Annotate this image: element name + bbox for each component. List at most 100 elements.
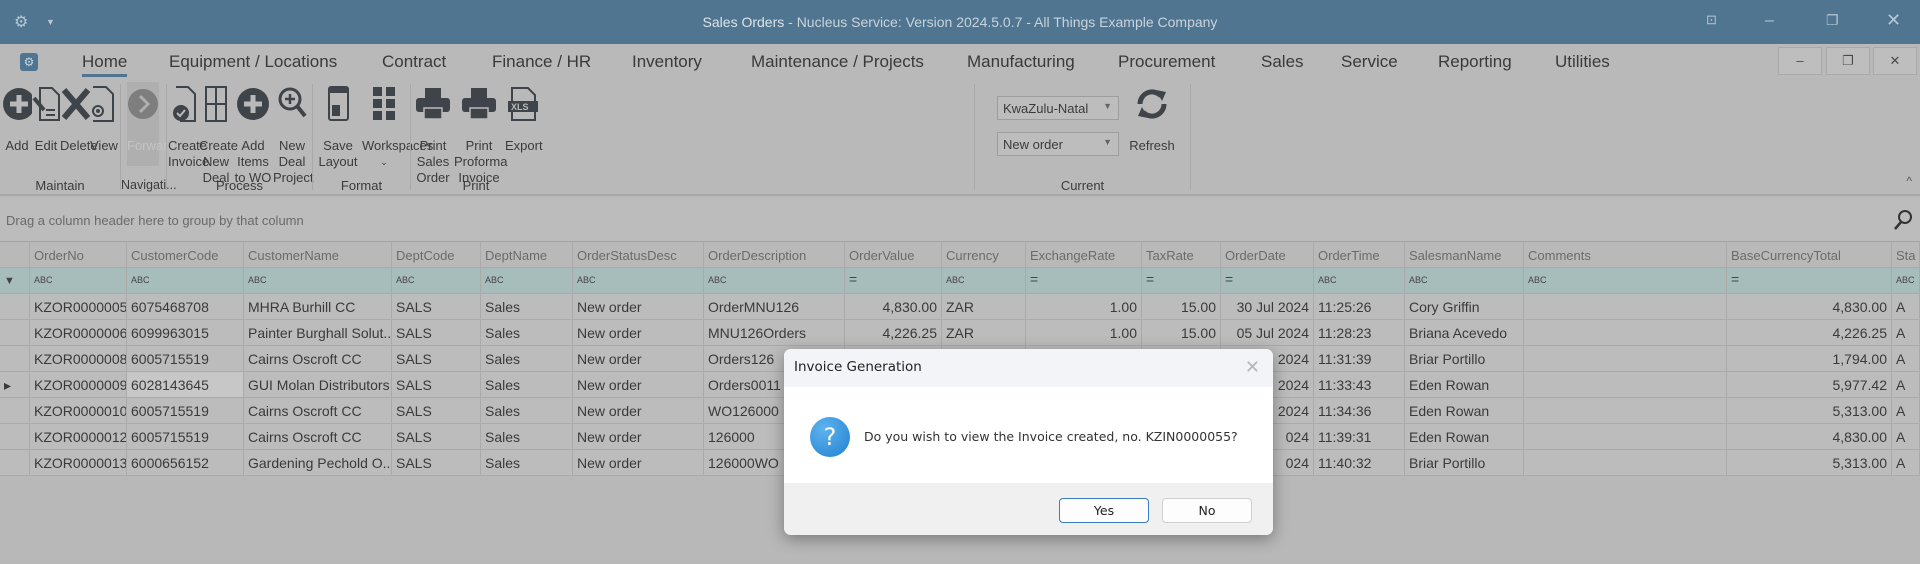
cell-comments[interactable] <box>1524 450 1727 475</box>
cell-order-time[interactable]: 11:31:39 <box>1314 346 1405 371</box>
collapse-ribbon-icon[interactable]: ^ <box>1906 174 1912 188</box>
filter-cell-customer-name[interactable]: ABC <box>244 268 392 293</box>
cell-sta[interactable]: A <box>1892 424 1920 449</box>
column-header-order-description[interactable]: OrderDescription <box>704 242 845 267</box>
cell-base-currency-total[interactable]: 4,226.25 <box>1727 320 1892 345</box>
cell-salesman-name[interactable]: Briana Acevedo <box>1405 320 1524 345</box>
column-header-tax-rate[interactable]: TaxRate <box>1142 242 1221 267</box>
cell-salesman-name[interactable]: Eden Rowan <box>1405 398 1524 423</box>
column-header-customer-name[interactable]: CustomerName <box>244 242 392 267</box>
cell-order-time[interactable]: 11:34:36 <box>1314 398 1405 423</box>
cell-base-currency-total[interactable]: 5,313.00 <box>1727 398 1892 423</box>
column-header-exchange-rate[interactable]: ExchangeRate <box>1026 242 1142 267</box>
filter-cell-order-description[interactable]: ABC <box>704 268 845 293</box>
column-header-order-status-desc[interactable]: OrderStatusDesc <box>573 242 704 267</box>
tab-maintenance-projects[interactable]: Maintenance / Projects <box>751 52 924 72</box>
filter-cell-order-value[interactable]: = <box>845 268 942 293</box>
minimize-icon[interactable]: – <box>1765 12 1774 30</box>
cell-comments[interactable] <box>1524 346 1727 371</box>
workspaces-button[interactable]: Workspaces ⌄ <box>362 82 433 170</box>
tab-equipment-locations[interactable]: Equipment / Locations <box>169 52 337 72</box>
cell-customer-code[interactable]: 6005715519 <box>127 398 244 423</box>
mdi-minimize-button[interactable]: – <box>1778 47 1822 75</box>
cell-order-no[interactable]: KZOR0000008 <box>30 346 127 371</box>
filter-icon[interactable]: ▼ <box>0 268 30 293</box>
cell-customer-name[interactable]: Cairns Oscroft CC <box>244 398 392 423</box>
filter-cell-base-currency-total[interactable]: = <box>1727 268 1892 293</box>
cell-currency[interactable]: ZAR <box>942 320 1026 345</box>
cell-customer-code[interactable]: 6005715519 <box>127 346 244 371</box>
cell-dept-code[interactable]: SALS <box>392 398 481 423</box>
cell-order-no[interactable]: KZOR0000005 <box>30 294 127 319</box>
cell-order-no[interactable]: KZOR0000009 <box>30 372 127 397</box>
cell-order-no[interactable]: KZOR0000006 <box>30 320 127 345</box>
save-layout-button[interactable]: Save Layout <box>316 82 360 170</box>
cell-dept-name[interactable]: Sales <box>481 294 573 319</box>
row-focus-indicator-icon[interactable]: ▸ <box>0 372 30 397</box>
cell-tax-rate[interactable]: 15.00 <box>1142 320 1221 345</box>
cell-order-time[interactable]: 11:28:23 <box>1314 320 1405 345</box>
cell-order-status-desc[interactable]: New order <box>573 424 704 449</box>
column-header-customer-code[interactable]: CustomerCode <box>127 242 244 267</box>
column-header-order-date[interactable]: OrderDate <box>1221 242 1314 267</box>
restore-icon[interactable]: ❐ <box>1826 12 1839 29</box>
column-header-order-time[interactable]: OrderTime <box>1314 242 1405 267</box>
cell-order-time[interactable]: 11:39:31 <box>1314 424 1405 449</box>
app-menu-icon[interactable]: ⚙ <box>20 53 38 71</box>
pin-icon[interactable]: ⊡ <box>1706 12 1717 28</box>
cell-order-description[interactable]: MNU126Orders <box>704 320 845 345</box>
row-indicator[interactable] <box>0 294 30 319</box>
tab-contract[interactable]: Contract <box>382 52 446 72</box>
export-button[interactable]: XLS Export <box>505 82 543 154</box>
filter-cell-tax-rate[interactable]: = <box>1142 268 1221 293</box>
cell-dept-code[interactable]: SALS <box>392 424 481 449</box>
mdi-restore-button[interactable]: ❐ <box>1826 47 1870 75</box>
forward-button[interactable]: Forward <box>127 82 175 166</box>
cell-comments[interactable] <box>1524 294 1727 319</box>
view-button[interactable]: View <box>90 82 118 154</box>
cell-order-description[interactable]: OrderMNU126 <box>704 294 845 319</box>
cell-order-no[interactable]: KZOR0000013 <box>30 450 127 475</box>
cell-salesman-name[interactable]: Briar Portillo <box>1405 346 1524 371</box>
add-items-to-wo-button[interactable]: Add Items to WO <box>233 82 273 186</box>
filter-cell-dept-name[interactable]: ABC <box>481 268 573 293</box>
filter-cell-dept-code[interactable]: ABC <box>392 268 481 293</box>
cell-order-status-desc[interactable]: New order <box>573 320 704 345</box>
no-button[interactable]: No <box>1162 498 1252 523</box>
cell-dept-name[interactable]: Sales <box>481 450 573 475</box>
cell-customer-name[interactable]: GUI Molan Distributors <box>244 372 392 397</box>
cell-order-time[interactable]: 11:25:26 <box>1314 294 1405 319</box>
cell-customer-code[interactable]: 6028143645 <box>127 372 244 397</box>
tab-sales[interactable]: Sales <box>1261 52 1304 72</box>
cell-order-no[interactable]: KZOR0000012 <box>30 424 127 449</box>
filter-cell-exchange-rate[interactable]: = <box>1026 268 1142 293</box>
cell-dept-name[interactable]: Sales <box>481 424 573 449</box>
cell-order-status-desc[interactable]: New order <box>573 346 704 371</box>
cell-dept-code[interactable]: SALS <box>392 294 481 319</box>
tab-procurement[interactable]: Procurement <box>1118 52 1215 72</box>
column-header-dept-code[interactable]: DeptCode <box>392 242 481 267</box>
cell-dept-name[interactable]: Sales <box>481 372 573 397</box>
column-header-order-value[interactable]: OrderValue <box>845 242 942 267</box>
cell-exchange-rate[interactable]: 1.00 <box>1026 294 1142 319</box>
filter-cell-order-date[interactable]: = <box>1221 268 1314 293</box>
cell-base-currency-total[interactable]: 5,313.00 <box>1727 450 1892 475</box>
cell-order-value[interactable]: 4,830.00 <box>845 294 942 319</box>
filter-cell-sta[interactable]: ABC <box>1892 268 1920 293</box>
cell-exchange-rate[interactable]: 1.00 <box>1026 320 1142 345</box>
cell-comments[interactable] <box>1524 398 1727 423</box>
filter-cell-customer-code[interactable]: ABC <box>127 268 244 293</box>
search-icon[interactable] <box>1894 210 1912 230</box>
cell-sta[interactable]: A <box>1892 294 1920 319</box>
cell-dept-name[interactable]: Sales <box>481 398 573 423</box>
cell-customer-code[interactable]: 6000656152 <box>127 450 244 475</box>
create-new-deal-button[interactable]: Create New Deal <box>199 82 238 186</box>
cell-customer-name[interactable]: Cairns Oscroft CC <box>244 346 392 371</box>
filter-cell-salesman-name[interactable]: ABC <box>1405 268 1524 293</box>
row-indicator[interactable] <box>0 424 30 449</box>
cell-customer-name[interactable]: Painter Burghall Solut... <box>244 320 392 345</box>
mdi-close-button[interactable]: ✕ <box>1873 47 1917 75</box>
edit-button[interactable]: Edit <box>32 82 60 154</box>
cell-salesman-name[interactable]: Briar Portillo <box>1405 450 1524 475</box>
cell-sta[interactable]: A <box>1892 320 1920 345</box>
